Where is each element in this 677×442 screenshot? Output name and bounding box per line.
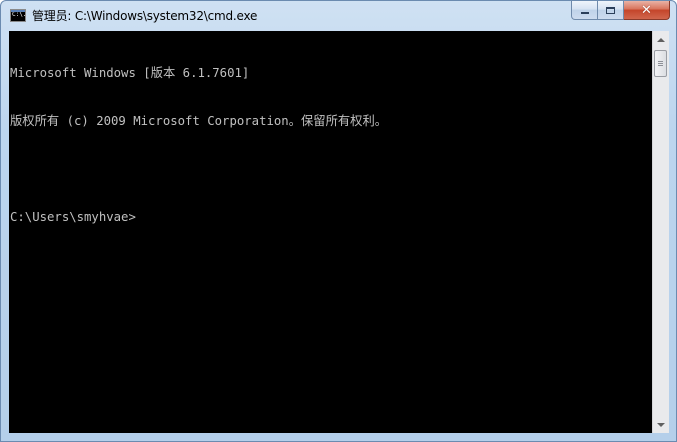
minimize-icon	[580, 12, 589, 14]
grip-line	[658, 63, 663, 64]
console-line-version: Microsoft Windows [版本 6.1.7601]	[10, 66, 250, 80]
close-icon: ✕	[641, 2, 652, 18]
command-prompt[interactable]: C:\Users\smyhvae>	[10, 209, 387, 225]
console-line-blank	[10, 161, 387, 177]
close-button[interactable]: ✕	[624, 1, 670, 20]
caption-buttons: ✕	[571, 1, 670, 21]
console-output[interactable]: Microsoft Windows [版本 6.1.7601] 版权所有 (c)…	[9, 31, 652, 433]
scroll-up-button[interactable]	[653, 31, 669, 48]
grip-line	[658, 65, 663, 66]
chevron-up-icon	[657, 37, 665, 42]
window-bottom-border	[9, 433, 669, 442]
minimize-button[interactable]	[571, 1, 598, 20]
title-bar[interactable]: C:\. 管理员: C:\Windows\system32\cmd.exe ✕	[1, 1, 676, 31]
chevron-down-icon	[657, 422, 665, 427]
cmd-window: C:\. 管理员: C:\Windows\system32\cmd.exe ✕ …	[0, 0, 677, 442]
window-title: 管理员: C:\Windows\system32\cmd.exe	[32, 9, 258, 23]
cmd-icon[interactable]: C:\.	[10, 9, 26, 22]
scrollbar-thumb[interactable]	[654, 50, 667, 77]
vertical-scrollbar[interactable]	[652, 31, 669, 433]
maximize-button[interactable]	[598, 1, 624, 20]
console-line-copyright: 版权所有 (c) 2009 Microsoft Corporation。保留所有…	[10, 114, 388, 128]
scroll-down-button[interactable]	[653, 416, 669, 433]
grip-line	[658, 61, 663, 62]
console-text: Microsoft Windows [版本 6.1.7601] 版权所有 (c)…	[10, 33, 387, 257]
maximize-icon	[606, 6, 615, 14]
